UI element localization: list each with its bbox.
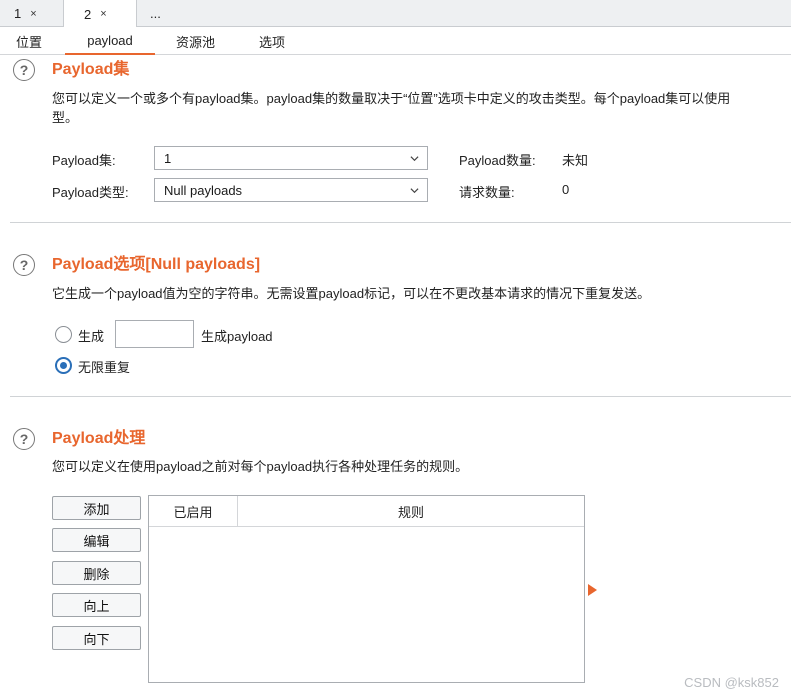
payload-count-label: Payload数量: [459, 153, 536, 168]
request-count-value: 0 [562, 182, 570, 197]
question-circle-icon[interactable]: ? [13, 59, 35, 81]
section-divider [10, 222, 791, 223]
processing-rules-table[interactable]: 已启用 规则 [148, 495, 585, 683]
payload-sets-desc-line2: 型。 [52, 110, 79, 125]
help-glyph: ? [19, 431, 29, 447]
payload-processing-title: Payload处理 [52, 430, 146, 447]
remove-button[interactable]: 删除 [52, 561, 141, 585]
generate-label: 生成 [78, 329, 105, 344]
edit-button[interactable]: 编辑 [52, 528, 141, 552]
infinite-label: 无限重复 [78, 360, 131, 375]
close-icon[interactable]: × [100, 8, 106, 20]
payload-sets-desc-line1: 您可以定义一个或多个有payload集。payload集的数量取决于“位置”选项… [52, 91, 731, 106]
move-down-button[interactable]: 向下 [52, 626, 141, 650]
column-header-enabled[interactable]: 已启用 [149, 496, 237, 527]
add-button[interactable]: 添加 [52, 496, 141, 520]
payload-type-label: Payload类型: [52, 185, 129, 200]
payload-sets-title: Payload集 [52, 61, 130, 78]
move-up-button[interactable]: 向上 [52, 593, 141, 617]
top-tab-1[interactable]: 1 × [14, 0, 37, 27]
payload-set-label: Payload集: [52, 153, 116, 168]
chevron-down-icon [410, 156, 419, 162]
question-circle-icon[interactable]: ? [13, 428, 35, 450]
generate-count-input[interactable] [115, 320, 194, 348]
payload-options-desc: 它生成一个payload值为空的字符串。无需设置payload标记，可以在不更改… [52, 286, 651, 301]
tab-label: 选项 [259, 34, 286, 50]
tab-label: 位置 [16, 34, 43, 50]
payload-options-title: Payload选项[Null payloads] [52, 256, 261, 273]
payload-processing-desc: 您可以定义在使用payload之前对每个payload执行各种处理任务的规则。 [52, 459, 469, 474]
tab-resource-pool[interactable]: 资源池 [176, 27, 215, 55]
request-count-label: 请求数量: [459, 185, 515, 200]
watermark: CSDN @ksk852 [684, 675, 779, 690]
chevron-down-icon [410, 188, 419, 194]
column-header-rule[interactable]: 规则 [238, 496, 584, 527]
help-glyph: ? [19, 62, 29, 78]
payload-set-value: 1 [164, 150, 172, 166]
top-tab-new[interactable]: ... [150, 0, 161, 27]
generate-radio[interactable] [55, 326, 72, 343]
payload-count-value: 未知 [562, 153, 589, 168]
top-tab-1-label: 1 [14, 6, 22, 21]
infinite-radio[interactable] [55, 357, 72, 374]
payload-type-select[interactable]: Null payloads [154, 178, 428, 202]
top-tab-new-label: ... [150, 6, 161, 21]
question-circle-icon[interactable]: ? [13, 254, 35, 276]
top-tab-2[interactable]: 2 × [63, 0, 137, 28]
triangle-right-icon[interactable] [588, 584, 597, 596]
tab-positions[interactable]: 位置 [16, 27, 42, 55]
payload-set-select[interactable]: 1 [154, 146, 428, 170]
tab-label: 资源池 [176, 34, 216, 50]
generate-suffix: 生成payload [201, 329, 273, 344]
tab-label: payload [87, 32, 133, 48]
tab-payload[interactable]: payload [65, 27, 155, 55]
help-glyph: ? [19, 257, 29, 273]
top-tab-2-label: 2 [84, 6, 92, 22]
section-divider [10, 396, 791, 397]
tab-options[interactable]: 选项 [259, 27, 285, 55]
payload-type-value: Null payloads [164, 182, 243, 198]
close-icon[interactable]: × [30, 8, 36, 20]
